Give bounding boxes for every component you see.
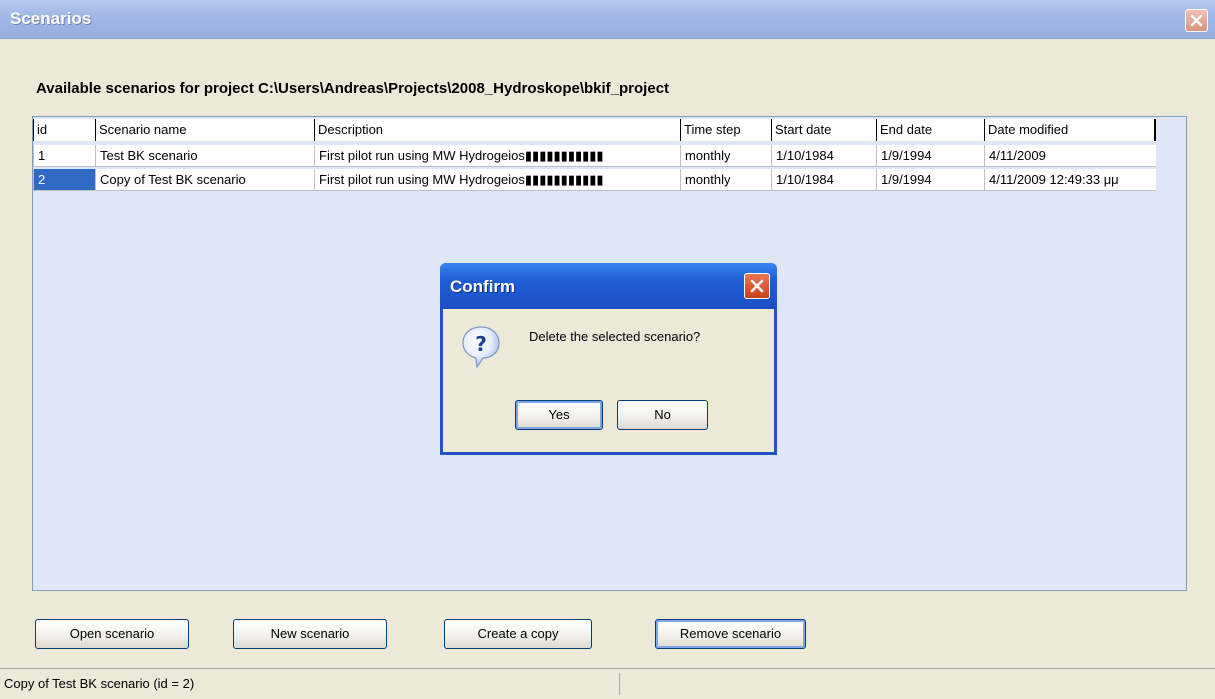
cell-description[interactable]: First pilot run using MW Hydrogeios▮▮▮▮▮…	[314, 145, 680, 167]
column-header-end-date[interactable]: End date	[876, 119, 984, 141]
cell-time-step[interactable]: monthly	[680, 169, 771, 191]
close-icon	[750, 279, 764, 293]
column-header-description[interactable]: Description	[314, 119, 680, 141]
cell-id[interactable]: 1	[33, 145, 95, 167]
status-text: Copy of Test BK scenario (id = 2)	[4, 673, 620, 695]
svg-text:?: ?	[475, 332, 487, 356]
table-row[interactable]: 1 Test BK scenario First pilot run using…	[33, 145, 1156, 167]
dialog-message: Delete the selected scenario?	[529, 329, 701, 344]
window-title: Scenarios	[10, 9, 92, 28]
dialog-close-button[interactable]	[744, 273, 770, 299]
column-header-id[interactable]: id	[33, 119, 95, 141]
column-header-scenario-name[interactable]: Scenario name	[95, 119, 314, 141]
remove-scenario-button[interactable]: Remove scenario	[655, 619, 806, 649]
column-header-date-modified[interactable]: Date modified	[984, 119, 1156, 141]
column-header-time-step[interactable]: Time step	[680, 119, 771, 141]
cell-scenario-name[interactable]: Copy of Test BK scenario	[95, 169, 314, 191]
cell-description[interactable]: First pilot run using MW Hydrogeios▮▮▮▮▮…	[314, 169, 680, 191]
cell-end-date[interactable]: 1/9/1994	[876, 145, 984, 167]
yes-button[interactable]: Yes	[515, 400, 603, 430]
column-header-start-date[interactable]: Start date	[771, 119, 876, 141]
table-row-selected[interactable]: 2 Copy of Test BK scenario First pilot r…	[33, 169, 1156, 191]
status-bar: Copy of Test BK scenario (id = 2)	[0, 669, 1215, 699]
project-heading: Available scenarios for project C:\Users…	[36, 80, 670, 97]
cell-end-date[interactable]: 1/9/1994	[876, 169, 984, 191]
dialog-titlebar: Confirm	[440, 263, 777, 309]
cell-date-modified[interactable]: 4/11/2009	[984, 145, 1156, 167]
open-scenario-button[interactable]: Open scenario	[35, 619, 189, 649]
dialog-title: Confirm	[450, 277, 516, 296]
cell-date-modified[interactable]: 4/11/2009 12:49:33 μμ	[984, 169, 1156, 191]
create-copy-button[interactable]: Create a copy	[444, 619, 592, 649]
cell-start-date[interactable]: 1/10/1984	[771, 169, 876, 191]
new-scenario-button[interactable]: New scenario	[233, 619, 387, 649]
no-button[interactable]: No	[617, 400, 708, 430]
cell-id[interactable]: 2	[33, 169, 95, 191]
cell-start-date[interactable]: 1/10/1984	[771, 145, 876, 167]
confirm-dialog: Confirm ? Delete the selected scenario? …	[440, 263, 777, 455]
window-titlebar: Scenarios	[0, 0, 1215, 39]
cell-time-step[interactable]: monthly	[680, 145, 771, 167]
close-icon	[1190, 14, 1203, 27]
grid-header: id Scenario name Description Time step S…	[33, 117, 1186, 143]
question-icon: ?	[462, 326, 500, 369]
cell-scenario-name[interactable]: Test BK scenario	[95, 145, 314, 167]
window-close-button[interactable]	[1185, 9, 1208, 32]
